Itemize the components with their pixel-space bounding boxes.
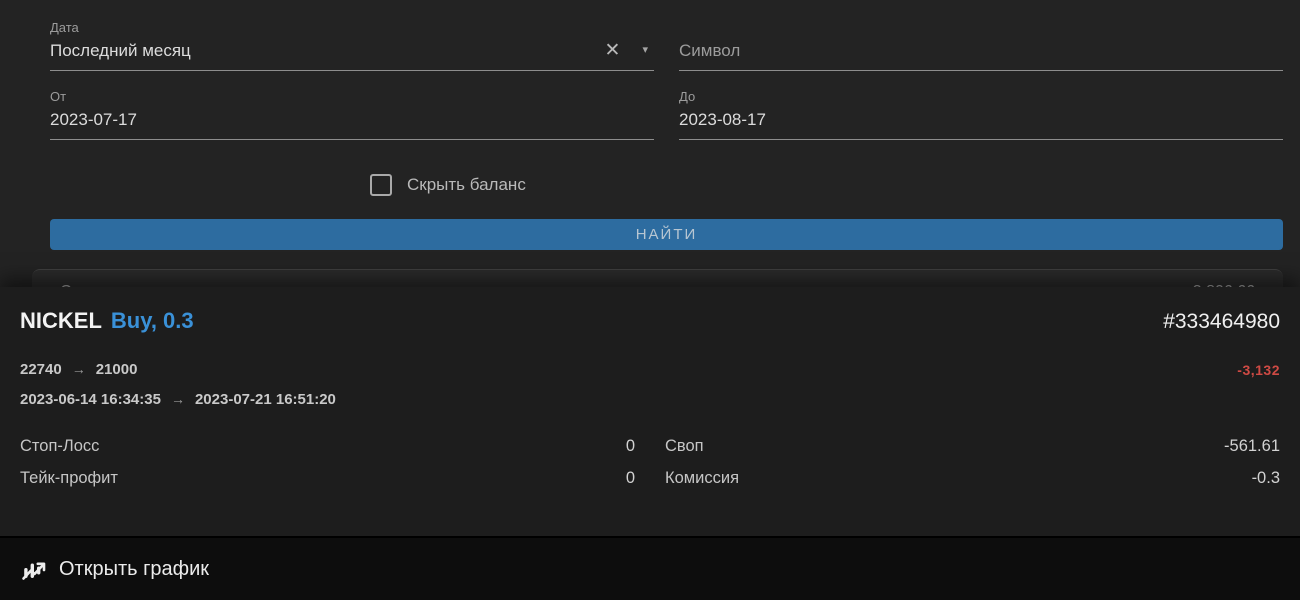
commission-label: Комиссия — [665, 469, 739, 488]
stop-loss-value: 0 — [626, 437, 635, 456]
open-price: 22740 — [20, 361, 62, 378]
sheet-action-bar: Открыть график — [0, 536, 1300, 600]
commission-row: Комиссия -0.3 — [665, 469, 1280, 488]
open-time: 2023-06-14 16:34:35 — [20, 391, 161, 408]
symbol-input[interactable] — [679, 41, 1283, 61]
hide-balance-label: Скрыть баланс — [407, 175, 526, 195]
take-profit-label: Тейк-профит — [20, 469, 118, 488]
date-from-field[interactable]: От 2023-07-17 — [50, 89, 654, 140]
from-field-value: 2023-07-17 — [50, 109, 137, 130]
open-chart-button[interactable]: Открыть график — [20, 555, 209, 583]
swap-label: Своп — [665, 437, 704, 456]
date-to-field[interactable]: До 2023-08-17 — [679, 89, 1283, 140]
hide-balance-checkbox[interactable] — [370, 174, 392, 196]
to-field-label: До — [679, 89, 1283, 104]
profit-value: -3,132 — [1237, 362, 1280, 378]
date-field-label: Дата — [50, 20, 654, 35]
to-field-value: 2023-08-17 — [679, 109, 766, 130]
chevron-down-icon[interactable]: ▾ — [642, 40, 648, 61]
chart-icon — [20, 555, 48, 583]
position-title: NICKEL Buy, 0.3 — [20, 308, 194, 334]
clear-icon[interactable]: ✕ — [605, 41, 621, 60]
close-price: 21000 — [96, 361, 138, 378]
swap-value: -561.61 — [1224, 437, 1280, 456]
arrow-right-icon: → — [171, 391, 185, 407]
swap-row: Своп -561.61 — [665, 437, 1280, 456]
commission-value: -0.3 — [1252, 469, 1280, 488]
price-range: 22740 → 21000 — [20, 361, 137, 378]
search-button[interactable]: НАЙТИ — [50, 219, 1283, 250]
stop-loss-label: Стоп-Лосс — [20, 437, 99, 456]
filter-form: Дата Последний месяц ✕ ▾ От 2023-07-17 Д… — [0, 0, 1300, 314]
position-detail-sheet: NICKEL Buy, 0.3 #333464980 22740 → 21000 -3… — [0, 287, 1300, 600]
symbol-field[interactable] — [679, 40, 1283, 71]
take-profit-value: 0 — [626, 469, 635, 488]
stop-loss-row: Стоп-Лосс 0 — [20, 437, 635, 456]
arrow-right-icon: → — [72, 361, 86, 377]
time-range: 2023-06-14 16:34:35 → 2023-07-21 16:51:20 — [20, 391, 1280, 408]
date-range-select[interactable]: Дата Последний месяц ✕ ▾ — [50, 20, 654, 71]
position-symbol: NICKEL — [20, 308, 102, 333]
take-profit-row: Тейк-профит 0 — [20, 469, 635, 488]
date-field-value: Последний месяц — [50, 40, 191, 61]
from-field-label: От — [50, 89, 654, 104]
hide-balance-row: Скрыть баланс — [370, 174, 1283, 196]
open-chart-label: Открыть график — [59, 558, 209, 581]
position-side-volume: Buy, 0.3 — [111, 308, 194, 333]
close-time: 2023-07-21 16:51:20 — [195, 391, 336, 408]
position-ticket: #333464980 — [1163, 310, 1280, 334]
